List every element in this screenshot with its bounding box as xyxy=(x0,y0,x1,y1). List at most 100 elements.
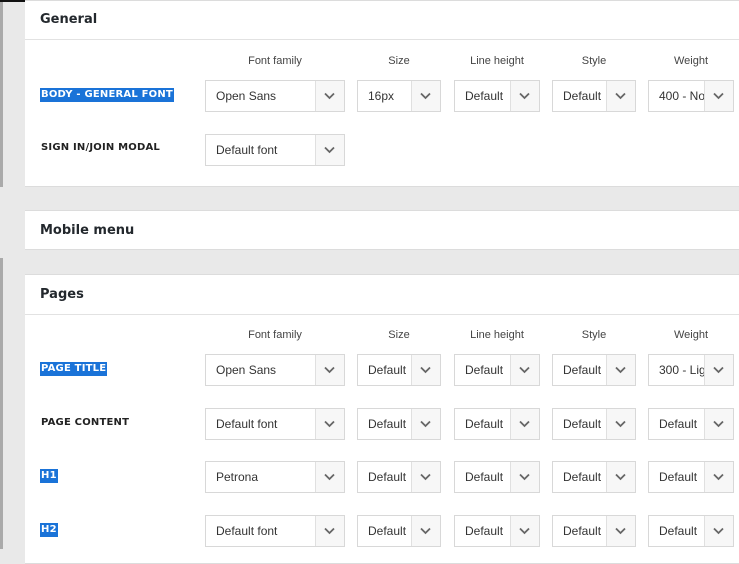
chevron-down-icon xyxy=(315,81,344,111)
select-value: Open Sans xyxy=(216,89,277,103)
select-value: Default xyxy=(465,524,504,538)
select-value: Default xyxy=(368,470,407,484)
column-header-line-height: Line height xyxy=(470,329,524,341)
chevron-down-icon xyxy=(315,135,344,165)
select-value: Default xyxy=(563,417,602,431)
select-value: Default xyxy=(563,470,602,484)
column-header-size: Size xyxy=(388,55,410,67)
chevron-down-icon xyxy=(315,355,344,385)
font-family-select[interactable]: Open Sans xyxy=(205,354,345,386)
size-select[interactable]: Default xyxy=(357,515,441,547)
chevron-down-icon xyxy=(411,355,440,385)
weight-select[interactable]: 300 - Light xyxy=(648,354,734,386)
size-select[interactable]: Default xyxy=(357,461,441,493)
chevron-down-icon xyxy=(315,462,344,492)
mobile-menu-panel[interactable]: Mobile menu xyxy=(25,210,739,250)
line-height-select[interactable]: Default xyxy=(454,80,540,112)
row-label-page-title: PAGE TITLE xyxy=(40,362,108,376)
line-height-select[interactable]: Default xyxy=(454,461,540,493)
column-header-weight: Weight xyxy=(673,55,709,67)
style-select[interactable]: Default xyxy=(552,461,636,493)
row-label-body-general-font: BODY - GENERAL FONT xyxy=(40,88,174,102)
select-value: Default xyxy=(465,89,504,103)
chevron-down-icon xyxy=(704,355,733,385)
chevron-down-icon xyxy=(606,409,635,439)
chevron-down-icon xyxy=(411,462,440,492)
weight-select[interactable]: Default xyxy=(648,408,734,440)
select-value: Default xyxy=(368,417,407,431)
chevron-down-icon xyxy=(510,462,539,492)
select-value: Default xyxy=(563,89,602,103)
column-header-font-family: Font family xyxy=(248,55,302,67)
select-value: Default xyxy=(465,417,504,431)
select-value: Default xyxy=(465,363,504,377)
style-select[interactable]: Default xyxy=(552,354,636,386)
column-header-weight: Weight xyxy=(673,329,709,341)
select-value: Default xyxy=(659,417,698,431)
select-value: Open Sans xyxy=(216,363,277,377)
font-family-select[interactable]: Default font xyxy=(205,515,345,547)
row-label-h1: H1 xyxy=(40,469,58,483)
size-select[interactable]: 16px xyxy=(357,80,441,112)
size-select[interactable]: Default xyxy=(357,408,441,440)
chevron-down-icon xyxy=(704,462,733,492)
chevron-down-icon xyxy=(411,516,440,546)
panel-divider xyxy=(25,39,739,40)
font-family-select[interactable]: Default font xyxy=(205,134,345,166)
weight-select[interactable]: 400 - Normal xyxy=(648,80,734,112)
select-value: Default font xyxy=(216,417,278,431)
column-header-line-height: Line height xyxy=(470,55,524,67)
chevron-down-icon xyxy=(606,81,635,111)
style-select[interactable]: Default xyxy=(552,80,636,112)
panel-title: Mobile menu xyxy=(40,223,135,238)
select-value: Petrona xyxy=(216,470,259,484)
column-header-style: Style xyxy=(581,329,607,341)
chevron-down-icon xyxy=(315,409,344,439)
select-value: Default xyxy=(368,524,407,538)
style-select[interactable]: Default xyxy=(552,515,636,547)
select-value: Default xyxy=(563,524,602,538)
row-label-sign-in-join-modal: SIGN IN/JOIN MODAL xyxy=(41,142,160,153)
chevron-down-icon xyxy=(704,516,733,546)
line-height-select[interactable]: Default xyxy=(454,515,540,547)
left-scroll-edge xyxy=(0,2,3,187)
chevron-down-icon xyxy=(606,516,635,546)
select-value: Default xyxy=(368,363,407,377)
left-scroll-edge xyxy=(0,258,3,549)
row-label-page-content: PAGE CONTENT xyxy=(41,417,130,428)
chevron-down-icon xyxy=(510,516,539,546)
font-family-select[interactable]: Open Sans xyxy=(205,80,345,112)
chevron-down-icon xyxy=(606,355,635,385)
panel-title: Pages xyxy=(40,287,84,302)
line-height-select[interactable]: Default xyxy=(454,354,540,386)
chevron-down-icon xyxy=(704,409,733,439)
column-header-style: Style xyxy=(581,55,607,67)
column-header-size: Size xyxy=(388,329,410,341)
select-value: Default xyxy=(563,363,602,377)
column-header-font-family: Font family xyxy=(248,329,302,341)
font-family-select[interactable]: Default font xyxy=(205,408,345,440)
row-label-h2: H2 xyxy=(40,523,58,537)
select-value: Default xyxy=(659,524,698,538)
panel-divider xyxy=(25,314,739,315)
chevron-down-icon xyxy=(510,81,539,111)
select-value: Default font xyxy=(216,143,278,157)
chevron-down-icon xyxy=(510,409,539,439)
panel-title: General xyxy=(40,12,98,27)
select-value: Default xyxy=(659,470,698,484)
pages-panel: Pages Font family Size Line height Style… xyxy=(25,274,739,564)
chevron-down-icon xyxy=(315,516,344,546)
chevron-down-icon xyxy=(510,355,539,385)
weight-select[interactable]: Default xyxy=(648,515,734,547)
size-select[interactable]: Default xyxy=(357,354,441,386)
font-family-select[interactable]: Petrona xyxy=(205,461,345,493)
chevron-down-icon xyxy=(411,81,440,111)
select-value: Default xyxy=(465,470,504,484)
select-value: Default font xyxy=(216,524,278,538)
chevron-down-icon xyxy=(411,409,440,439)
line-height-select[interactable]: Default xyxy=(454,408,540,440)
general-panel: General Font family Size Line height Sty… xyxy=(25,0,739,187)
weight-select[interactable]: Default xyxy=(648,461,734,493)
style-select[interactable]: Default xyxy=(552,408,636,440)
chevron-down-icon xyxy=(704,81,733,111)
